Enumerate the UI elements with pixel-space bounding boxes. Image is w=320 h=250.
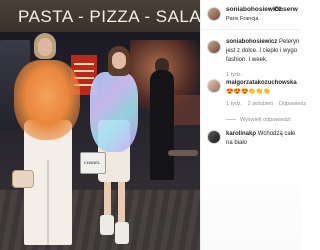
comment-item: malgorzatakozuchowska 😍😍😍👏👏👏	[226, 79, 300, 97]
cafe-table	[168, 150, 198, 156]
post-caption: soniabohosiewicz Peleryn jest z dolce. I…	[226, 38, 300, 74]
instagram-post-frame: PASTA - PIZZA - SALADE - AN CHANE	[0, 0, 306, 250]
commenter-avatar[interactable]	[207, 79, 221, 93]
post-location[interactable]: Paris Francja	[226, 16, 258, 22]
woman-left-leg-split	[47, 160, 49, 245]
comment-username[interactable]: karolinakp	[226, 131, 256, 137]
woman-right-iridescent-cape	[90, 72, 138, 152]
bystander	[150, 70, 174, 180]
restaurant-signboard: PASTA - PIZZA - SALADE - AN	[0, 0, 200, 32]
woman-left-face	[38, 38, 52, 56]
comments-panel: soniabohosiewicz • Obserw Paris Francja …	[200, 0, 306, 250]
comment-username[interactable]: malgorzatakozuchowska	[226, 80, 297, 86]
signboard-text: PASTA - PIZZA - SALADE - AN	[18, 7, 200, 26]
reply-line-divider	[226, 119, 236, 121]
reply-button[interactable]: Odpowiedz	[279, 101, 307, 107]
woman-left-handbag	[12, 170, 34, 188]
comment-meta: 1 tydz. 2 polubień Odpowiedz	[226, 101, 310, 107]
caption-timestamp: 1 tydz.	[226, 72, 243, 78]
view-replies-link[interactable]: Wyświetl odpowiedzi	[226, 117, 295, 123]
woman-right-handbag: CHANEL	[80, 152, 106, 174]
handbag-logo: CHANEL	[83, 160, 101, 165]
post-header: soniabohosiewicz • Obserw Paris Francja	[201, 0, 301, 30]
comment-item: karolinakp Wchodzą całe na biało	[226, 130, 300, 148]
post-photo[interactable]: PASTA - PIZZA - SALADE - AN CHANE	[0, 0, 200, 250]
woman-right-leg	[118, 182, 125, 224]
woman-right-boot	[100, 215, 114, 235]
woman-right-boot	[115, 222, 129, 244]
woman-right-leg	[104, 182, 111, 217]
follow-button[interactable]: Obserw	[274, 6, 298, 13]
woman-left-orange-cape	[14, 60, 80, 140]
comment-time: 1 tydz.	[226, 101, 243, 107]
caption-author-avatar[interactable]	[207, 40, 221, 54]
comment-text: 😍😍😍👏👏👏	[226, 89, 271, 95]
woman-right-face	[112, 52, 126, 69]
comments-scroll-area[interactable]	[201, 160, 301, 250]
comment-likes[interactable]: 2 polubień	[248, 101, 273, 107]
commenter-avatar[interactable]	[207, 130, 221, 144]
header-separator: •	[269, 6, 272, 13]
caption-username[interactable]: soniabohosiewicz	[226, 39, 277, 45]
author-avatar[interactable]	[207, 7, 221, 21]
